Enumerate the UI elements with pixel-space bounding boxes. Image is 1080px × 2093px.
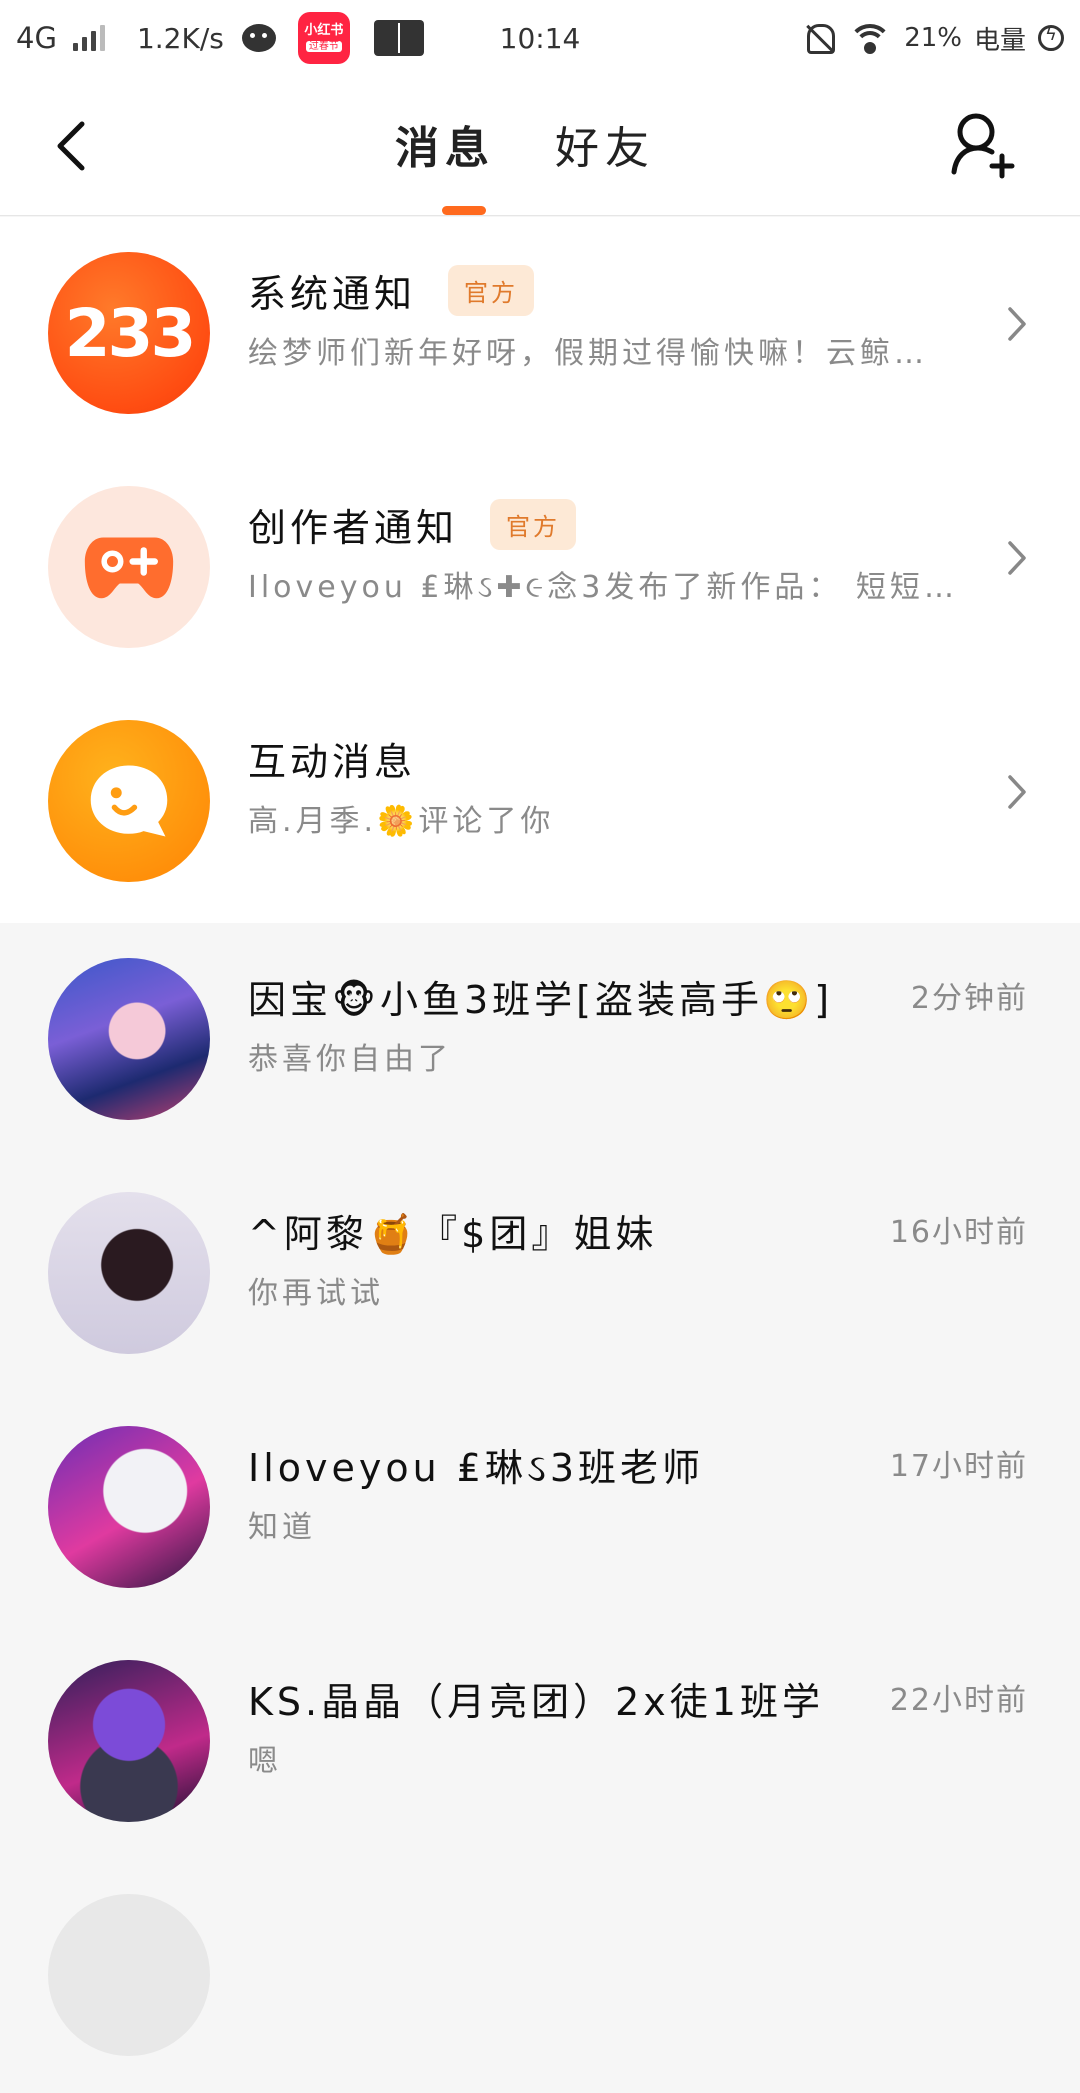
creator-notification-row[interactable]: 创作者通知 官方 Iloveyou ₤琳ઽ✚૯念3发布了新作品： 短短的… (0, 451, 1080, 685)
add-user-icon (951, 113, 1015, 179)
row-preview: 高.月季.🌼评论了你 (248, 804, 555, 839)
last-message: 恭喜你自由了 (248, 1042, 452, 1077)
charging-icon (1038, 24, 1064, 51)
message-list: 233 系统通知 官方 绘梦师们新年好呀，假期过得愉快嘛！云鲸… 创作者通知 官… (0, 217, 1080, 2093)
row-title: 创作者通知 (248, 505, 459, 550)
xiaohongshu-app-icon: 小红书 过春节 (297, 12, 350, 64)
message-time: 16小时前 (889, 1215, 1028, 1250)
row-title: 互动消息 (248, 739, 417, 784)
network-type: 4G (16, 21, 57, 55)
233-logo-icon: 233 (48, 252, 210, 414)
interaction-messages-row[interactable]: 互动消息 高.月季.🌼评论了你 (0, 685, 1080, 923)
chat-row[interactable]: 因宝🐵小鱼3班学[盗装高手🙄] 恭喜你自由了 2分钟前 (0, 923, 1080, 1157)
avatar (48, 1426, 210, 1588)
chat-row[interactable]: KS.晶晶（月亮团）2x徒1班学 嗯 22小时前 (0, 1625, 1080, 1859)
battery-label: 电量 (973, 25, 1026, 56)
avatar (48, 958, 210, 1120)
avatar (48, 1192, 210, 1354)
contact-name: Iloveyou ₤琳ઽ3班老师 (248, 1445, 705, 1490)
official-badge: 官方 (448, 264, 535, 316)
contact-name: ^阿黎🍯『$团』姐妹 (248, 1211, 658, 1256)
row-preview: Iloveyou ₤琳ઽ✚૯念3发布了新作品： 短短的… (248, 570, 968, 605)
tab-bar: 消息 好友 (0, 112, 1080, 182)
chat-row[interactable]: Iloveyou ₤琳ઽ3班老师 知道 17小时前 (0, 1391, 1080, 1625)
contact-name: 因宝🐵小鱼3班学[盗装高手🙄] (248, 977, 834, 1022)
add-friend-button[interactable] (948, 110, 1018, 180)
official-badge: 官方 (490, 498, 577, 550)
mute-bell-icon (800, 20, 836, 56)
last-message: 你再试试 (248, 1276, 384, 1311)
last-message: 嗯 (248, 1744, 282, 1779)
chat-bubble-icon (48, 720, 210, 882)
chevron-right-icon (1008, 775, 1026, 809)
cat-face-icon (241, 24, 276, 52)
status-bar: 4G 1.2K/s 小红书 过春节 10:14 21% 电量 (0, 0, 1080, 76)
message-time: 2分钟前 (910, 981, 1028, 1016)
network-speed: 1.2K/s (136, 21, 224, 55)
chevron-right-icon (1008, 541, 1026, 575)
row-title: 系统通知 (248, 271, 417, 316)
avatar (48, 1894, 210, 2056)
top-nav: 消息 好友 (0, 76, 1080, 216)
book-icon (373, 20, 424, 56)
gamepad-icon (48, 486, 210, 648)
wifi-icon (848, 22, 893, 54)
battery-percent: 21% (904, 23, 962, 53)
row-preview: 绘梦师们新年好呀，假期过得愉快嘛！云鲸… (248, 336, 928, 371)
system-notification-row[interactable]: 233 系统通知 官方 绘梦师们新年好呀，假期过得愉快嘛！云鲸… (0, 217, 1080, 451)
message-time: 22小时前 (889, 1683, 1028, 1718)
tab-messages[interactable]: 消息 (395, 112, 495, 182)
active-tab-indicator (442, 206, 486, 215)
last-message: 知道 (248, 1510, 316, 1545)
chat-row-partial[interactable] (0, 1859, 1080, 2093)
signal-icon (72, 25, 105, 51)
contact-name: KS.晶晶（月亮团）2x徒1班学 (248, 1679, 824, 1724)
chat-row[interactable]: ^阿黎🍯『$团』姐妹 你再试试 16小时前 (0, 1157, 1080, 1391)
chevron-right-icon (1008, 307, 1026, 341)
message-time: 17小时前 (889, 1449, 1028, 1484)
tab-friends[interactable]: 好友 (555, 112, 655, 182)
avatar (48, 1660, 210, 1822)
